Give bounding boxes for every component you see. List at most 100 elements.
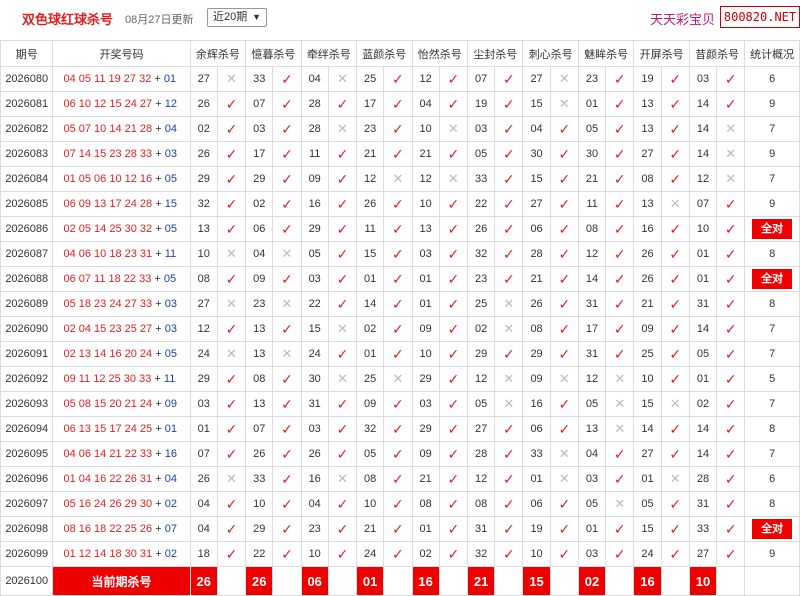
kill-number: 28 bbox=[688, 466, 718, 492]
plus-sign: + bbox=[152, 423, 165, 435]
cross-icon: ✕ bbox=[327, 66, 358, 92]
stat-cell: 5 bbox=[744, 366, 800, 392]
red-balls: 01 12 14 18 30 31 bbox=[63, 548, 153, 560]
red-balls: 05 08 15 20 21 24 bbox=[63, 398, 153, 410]
check-icon: ✓ bbox=[494, 166, 524, 192]
kill-number: 08 bbox=[189, 266, 218, 292]
kill-number: 10 bbox=[300, 541, 329, 567]
kill-number: 04 bbox=[577, 441, 607, 467]
draw-cell: 01 12 14 18 30 31 + 02 bbox=[52, 541, 191, 567]
plus-sign: + bbox=[152, 123, 165, 135]
check-icon: ✓ bbox=[438, 516, 468, 542]
check-icon: ✓ bbox=[494, 191, 524, 217]
table-row: 2026081 06 10 12 15 24 27 + 12 26 ✓ 07 ✓ 28 ✓ 17… bbox=[0, 91, 800, 117]
kill-number: 26 bbox=[633, 241, 662, 267]
kill-number: 16 bbox=[522, 391, 551, 417]
table-row: 2026083 07 14 15 23 28 33 + 03 26 ✓ 17 ✓ 11 ✓ 21… bbox=[0, 141, 800, 167]
kill-number: 03 bbox=[688, 66, 718, 92]
cross-icon: ✕ bbox=[716, 166, 746, 192]
kill-number: 21 bbox=[356, 141, 385, 167]
check-icon: ✓ bbox=[272, 266, 302, 292]
check-icon: ✓ bbox=[438, 216, 468, 242]
kill-number: 01 bbox=[577, 91, 607, 117]
check-icon: ✓ bbox=[605, 341, 635, 367]
check-icon: ✓ bbox=[549, 141, 579, 167]
blue-ball: 03 bbox=[164, 298, 177, 310]
draw-cell: 02 13 14 16 20 24 + 05 bbox=[52, 341, 191, 367]
check-icon: ✓ bbox=[438, 291, 468, 317]
check-icon: ✓ bbox=[438, 391, 468, 417]
check-icon: ✓ bbox=[660, 241, 690, 267]
cross-icon: ✕ bbox=[660, 391, 690, 417]
cross-icon: ✕ bbox=[327, 316, 358, 342]
kill-number: 04 bbox=[300, 66, 329, 92]
plus-sign: + bbox=[152, 148, 165, 160]
kill-number: 01 bbox=[356, 341, 385, 367]
check-icon: ✓ bbox=[494, 466, 524, 492]
brand-name[interactable]: 天天彩宝贝 bbox=[650, 9, 715, 28]
kill-number: 27 bbox=[633, 141, 662, 167]
stat-cell: 9 bbox=[744, 191, 800, 217]
check-icon: ✓ bbox=[549, 416, 579, 442]
check-icon: ✓ bbox=[549, 191, 579, 217]
kill-number: 08 bbox=[466, 491, 496, 517]
kill-number: 05 bbox=[577, 116, 607, 142]
kill-number: 04 bbox=[300, 491, 329, 517]
check-icon: ✓ bbox=[272, 491, 302, 517]
check-icon: ✓ bbox=[272, 216, 302, 242]
kill-number: 15 bbox=[522, 166, 551, 192]
check-icon: ✓ bbox=[272, 391, 302, 417]
cross-icon: ✕ bbox=[494, 291, 524, 317]
draw-cell: 05 08 15 20 21 24 + 09 bbox=[52, 391, 191, 417]
cross-icon: ✕ bbox=[549, 441, 579, 467]
kill-number: 07 bbox=[466, 66, 496, 92]
stat-cell: 7 bbox=[744, 341, 800, 367]
kill-number: 09 bbox=[300, 166, 329, 192]
kill-number: 29 bbox=[245, 516, 274, 542]
check-icon: ✓ bbox=[216, 166, 247, 192]
kill-number: 26 bbox=[466, 216, 496, 242]
issue-cell: 2026093 bbox=[0, 391, 54, 417]
red-balls: 04 05 11 19 27 32 bbox=[63, 73, 152, 85]
cross-icon: ✕ bbox=[605, 491, 635, 517]
cross-icon: ✕ bbox=[605, 391, 635, 417]
kill-number: 31 bbox=[577, 291, 607, 317]
check-icon: ✓ bbox=[605, 316, 635, 342]
check-icon: ✓ bbox=[605, 66, 635, 92]
kill-number: 33 bbox=[522, 441, 551, 467]
kill-number: 14 bbox=[356, 291, 385, 317]
kill-number: 01 bbox=[633, 466, 662, 492]
table-row: 2026080 04 05 11 19 27 32 + 01 27 ✕ 33 ✓ 04 ✕ 25… bbox=[0, 66, 800, 92]
check-icon: ✓ bbox=[327, 191, 358, 217]
check-icon: ✓ bbox=[716, 341, 746, 367]
check-icon: ✓ bbox=[272, 166, 302, 192]
issue-cell: 2026088 bbox=[0, 266, 54, 292]
check-icon: ✓ bbox=[605, 166, 635, 192]
kill-number: 03 bbox=[577, 541, 607, 567]
kill-number: 32 bbox=[356, 416, 385, 442]
range-select[interactable]: 近20期 ▼ bbox=[207, 8, 267, 27]
kill-number: 27 bbox=[633, 441, 662, 467]
kill-number: 21 bbox=[577, 166, 607, 192]
check-icon: ✓ bbox=[327, 291, 358, 317]
kill-number: 26 bbox=[356, 191, 385, 217]
check-icon: ✓ bbox=[216, 191, 247, 217]
check-icon: ✓ bbox=[716, 466, 746, 492]
kill-number: 01 bbox=[411, 266, 440, 292]
kill-number: 05 bbox=[577, 491, 607, 517]
issue-cell: 2026087 bbox=[0, 241, 54, 267]
header-expert: 怡然杀号 bbox=[411, 40, 468, 67]
cross-icon: ✕ bbox=[660, 191, 690, 217]
site-logo[interactable]: 800820.NET bbox=[720, 6, 800, 28]
kill-number: 03 bbox=[411, 391, 440, 417]
check-icon: ✓ bbox=[660, 516, 690, 542]
kill-number: 11 bbox=[577, 191, 607, 217]
kill-number: 10 bbox=[189, 241, 218, 267]
all-correct-badge: 全对 bbox=[752, 519, 793, 539]
kill-number: 19 bbox=[522, 516, 551, 542]
kill-number: 29 bbox=[466, 341, 496, 367]
draw-cell: 08 16 18 22 25 26 + 07 bbox=[52, 516, 191, 542]
current-kill-number: 26 bbox=[189, 566, 218, 596]
check-icon: ✓ bbox=[494, 241, 524, 267]
check-icon: ✓ bbox=[438, 266, 468, 292]
